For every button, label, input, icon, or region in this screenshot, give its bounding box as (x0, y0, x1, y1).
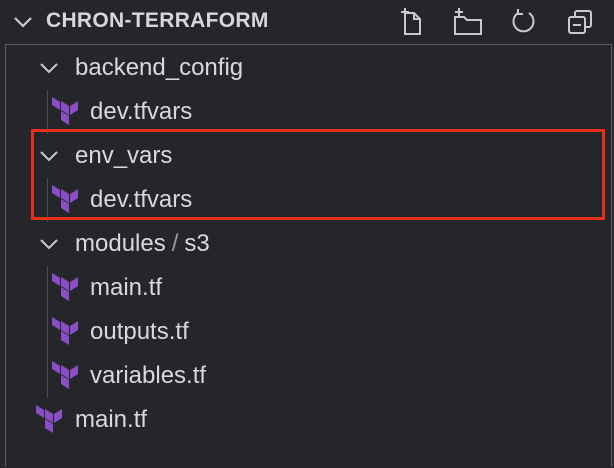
explorer-actions (384, 6, 608, 38)
chevron-down-icon (40, 239, 58, 250)
tree-file-modules-outputs-tf[interactable]: outputs.tf (0, 310, 614, 354)
folder-label: env_vars (75, 142, 173, 169)
chevron-down-icon (40, 151, 58, 162)
file-label: main.tf (75, 406, 148, 433)
terraform-file-icon (52, 185, 78, 213)
new-folder-button[interactable] (440, 6, 496, 38)
terraform-file-icon (52, 361, 78, 389)
collapse-all-button[interactable] (552, 6, 608, 38)
refresh-icon (512, 9, 535, 33)
file-label: outputs.tf (90, 318, 189, 345)
chevron-down-icon[interactable] (12, 13, 34, 31)
terraform-file-icon (52, 97, 78, 125)
new-folder-icon (454, 8, 482, 35)
tree-file-modules-variables-tf[interactable]: variables.tf (0, 354, 614, 398)
terraform-file-icon (36, 405, 62, 433)
folder-label: backend_config (75, 54, 244, 81)
tree-file-modules-main-tf[interactable]: main.tf (0, 266, 614, 310)
chevron-down-icon (40, 63, 58, 74)
file-label: main.tf (90, 274, 163, 301)
tree-folder-env-vars[interactable]: env_vars (0, 134, 614, 178)
file-label: variables.tf (90, 362, 207, 389)
terraform-file-icon (52, 273, 78, 301)
file-label: dev.tfvars (90, 186, 193, 213)
tree-file-root-main-tf[interactable]: main.tf (0, 398, 614, 442)
folder-label: modules / s3 (75, 230, 210, 258)
new-file-icon (401, 8, 421, 35)
explorer-title: CHRON-TERRAFORM (46, 9, 269, 32)
tree-file-env-dev-tfvars[interactable]: dev.tfvars (0, 178, 614, 222)
file-label: dev.tfvars (90, 98, 193, 125)
new-file-button[interactable] (384, 6, 440, 38)
tree-folder-backend-config[interactable]: backend_config (0, 46, 614, 90)
folder-label-modules: modules (75, 230, 166, 257)
folder-label-s3: s3 (184, 230, 210, 257)
tree-file-backend-dev-tfvars[interactable]: dev.tfvars (0, 90, 614, 134)
explorer-section-header[interactable]: CHRON-TERRAFORM (0, 0, 614, 44)
tree-folder-modules-s3[interactable]: modules / s3 (0, 222, 614, 266)
path-separator: / (171, 230, 179, 257)
collapse-all-icon (568, 10, 592, 34)
refresh-button[interactable] (496, 6, 552, 38)
terraform-file-icon (52, 317, 78, 345)
